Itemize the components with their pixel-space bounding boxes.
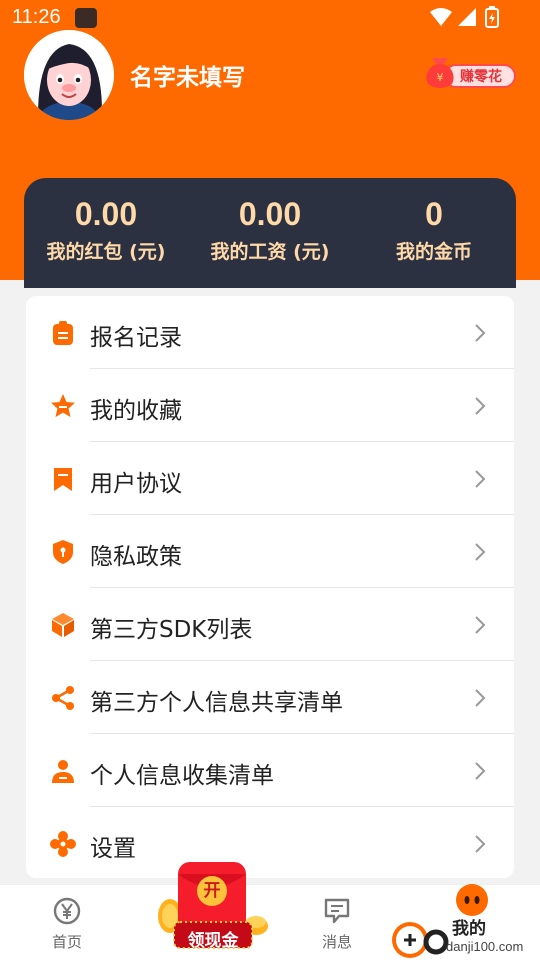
chevron-right-icon (475, 762, 486, 780)
menu-item-label: 设置 (90, 836, 136, 862)
username[interactable]: 名字未填写 (130, 58, 245, 92)
svg-text:¥: ¥ (437, 71, 444, 84)
stat-wage[interactable]: 0.00 我的工资 (元) (188, 196, 352, 264)
tab-messages[interactable]: 消息 (287, 885, 387, 960)
menu-item-label: 我的收藏 (90, 398, 182, 424)
chevron-right-icon (475, 543, 486, 561)
open-badge: 开 (197, 876, 227, 906)
stat-value: 0 (425, 196, 443, 232)
stat-label: 我的红包 (元) (46, 241, 166, 263)
star-icon (51, 394, 75, 417)
menu-item-third-party-sdk-list[interactable]: 第三方SDK列表 (26, 588, 514, 661)
chevron-right-icon (475, 616, 486, 634)
stats-card: 0.00 我的红包 (元) 0.00 我的工资 (元) 0 我的金币 (24, 178, 516, 288)
chevron-right-icon (475, 470, 486, 488)
menu-item-label: 用户协议 (90, 471, 182, 497)
settings-icon (50, 831, 76, 857)
yen-circle-icon (53, 897, 81, 925)
signal-icon (458, 8, 476, 26)
stat-label: 我的工资 (元) (210, 241, 330, 263)
clipboard-icon (53, 321, 73, 345)
menu-item-user-agreement[interactable]: 用户协议 (26, 442, 514, 515)
menu-item-label: 第三方个人信息共享清单 (90, 690, 343, 716)
tab-label: 我的 (452, 919, 486, 938)
bookmark-icon (54, 468, 72, 491)
menu-item-label: 个人信息收集清单 (90, 763, 274, 789)
avatar-illustration (24, 30, 114, 120)
share-icon (52, 686, 74, 710)
watermark-url: danji100.com (446, 939, 524, 954)
person-icon (52, 760, 74, 783)
cube-icon (52, 613, 74, 637)
menu-list: 报名记录 我的收藏 用户协议 隐私政策 第三方SDK列表 第三方个人信息共享清单… (26, 296, 514, 878)
status-time: 11:26 (12, 6, 61, 28)
earn-badge-label: 赚零花 (460, 69, 502, 85)
stat-label: 我的金币 (395, 241, 472, 263)
menu-item-label: 第三方SDK列表 (90, 617, 253, 643)
menu-item-registration-records[interactable]: 报名记录 (26, 296, 514, 369)
tab-label: 消息 (321, 933, 352, 951)
notification-app-icon (75, 8, 97, 28)
menu-item-privacy-policy[interactable]: 隐私政策 (26, 515, 514, 588)
stat-gold-coins[interactable]: 0 我的金币 (352, 196, 516, 264)
tab-label: 领现金 (187, 931, 239, 951)
status-bar: 11:26 (0, 0, 540, 34)
earn-pocket-money-button[interactable]: 赚零花 ¥ (424, 56, 516, 90)
menu-item-label: 报名记录 (90, 325, 182, 351)
tab-mine[interactable]: 我的 danji100.com (388, 884, 540, 960)
status-icons (430, 6, 499, 28)
wifi-icon (430, 8, 452, 26)
menu-item-third-party-info-sharing[interactable]: 第三方个人信息共享清单 (26, 661, 514, 734)
chevron-right-icon (475, 835, 486, 853)
tab-claim-cash[interactable]: 开 领现金 (156, 860, 268, 952)
stat-value: 0.00 (74, 196, 138, 232)
tab-label: 首页 (51, 933, 82, 951)
menu-item-label: 隐私政策 (90, 544, 182, 570)
menu-item-personal-info-collection[interactable]: 个人信息收集清单 (26, 734, 514, 807)
menu-item-settings[interactable]: 设置 (26, 807, 514, 880)
chevron-right-icon (475, 689, 486, 707)
stat-value: 0.00 (238, 196, 302, 232)
chevron-right-icon (475, 397, 486, 415)
money-bag-icon: ¥ (426, 58, 454, 88)
stat-red-envelope[interactable]: 0.00 我的红包 (元) (24, 196, 188, 264)
chevron-right-icon (475, 324, 486, 342)
avatar[interactable] (24, 30, 114, 120)
message-icon (324, 898, 350, 924)
shield-icon (53, 540, 73, 564)
tab-home[interactable]: 首页 (17, 885, 117, 960)
menu-item-favorites[interactable]: 我的收藏 (26, 369, 514, 442)
my-tab-face-icon (456, 884, 488, 916)
